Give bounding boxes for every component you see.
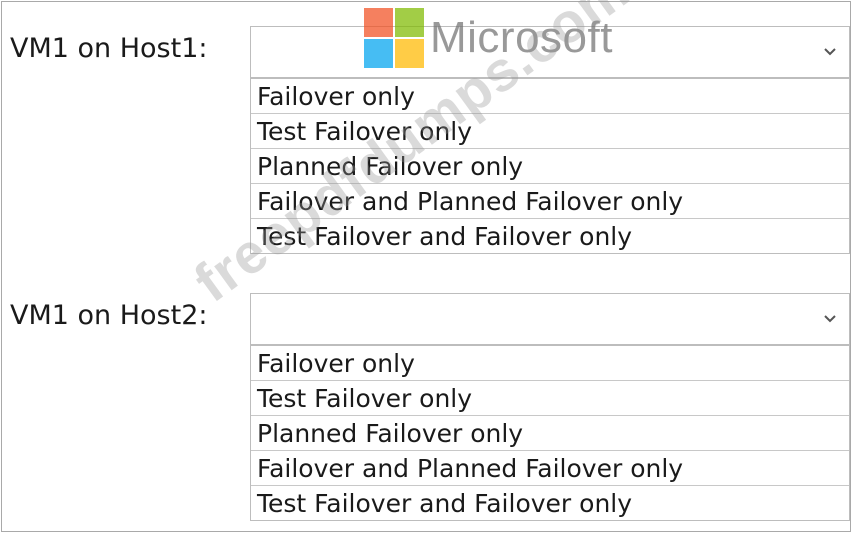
question-2-option-3[interactable]: Planned Failover only: [251, 415, 849, 450]
question-1-dropdown[interactable]: Failover only Test Failover only Planned…: [250, 26, 850, 254]
question-1-options: Failover only Test Failover only Planned…: [250, 78, 850, 254]
question-1-select[interactable]: [250, 26, 850, 78]
question-2-dropdown[interactable]: Failover only Test Failover only Planned…: [250, 293, 850, 521]
chevron-down-icon[interactable]: [821, 309, 839, 327]
question-1-option-1[interactable]: Failover only: [251, 78, 849, 113]
question-1-option-3[interactable]: Planned Failover only: [251, 148, 849, 183]
question-2-option-1[interactable]: Failover only: [251, 345, 849, 380]
question-1-option-5[interactable]: Test Failover and Failover only: [251, 218, 849, 253]
question-2-label: VM1 on Host2:: [10, 300, 208, 331]
question-2-option-5[interactable]: Test Failover and Failover only: [251, 485, 849, 520]
chevron-down-icon[interactable]: [821, 42, 839, 60]
question-2-select[interactable]: [250, 293, 850, 345]
question-2-option-2[interactable]: Test Failover only: [251, 380, 849, 415]
question-2-option-4[interactable]: Failover and Planned Failover only: [251, 450, 849, 485]
question-1-option-2[interactable]: Test Failover only: [251, 113, 849, 148]
question-1-label: VM1 on Host1:: [10, 33, 208, 64]
question-1-option-4[interactable]: Failover and Planned Failover only: [251, 183, 849, 218]
question-2-options: Failover only Test Failover only Planned…: [250, 345, 850, 521]
answer-area: VM1 on Host1: Failover only Test Failove…: [1, 0, 851, 532]
